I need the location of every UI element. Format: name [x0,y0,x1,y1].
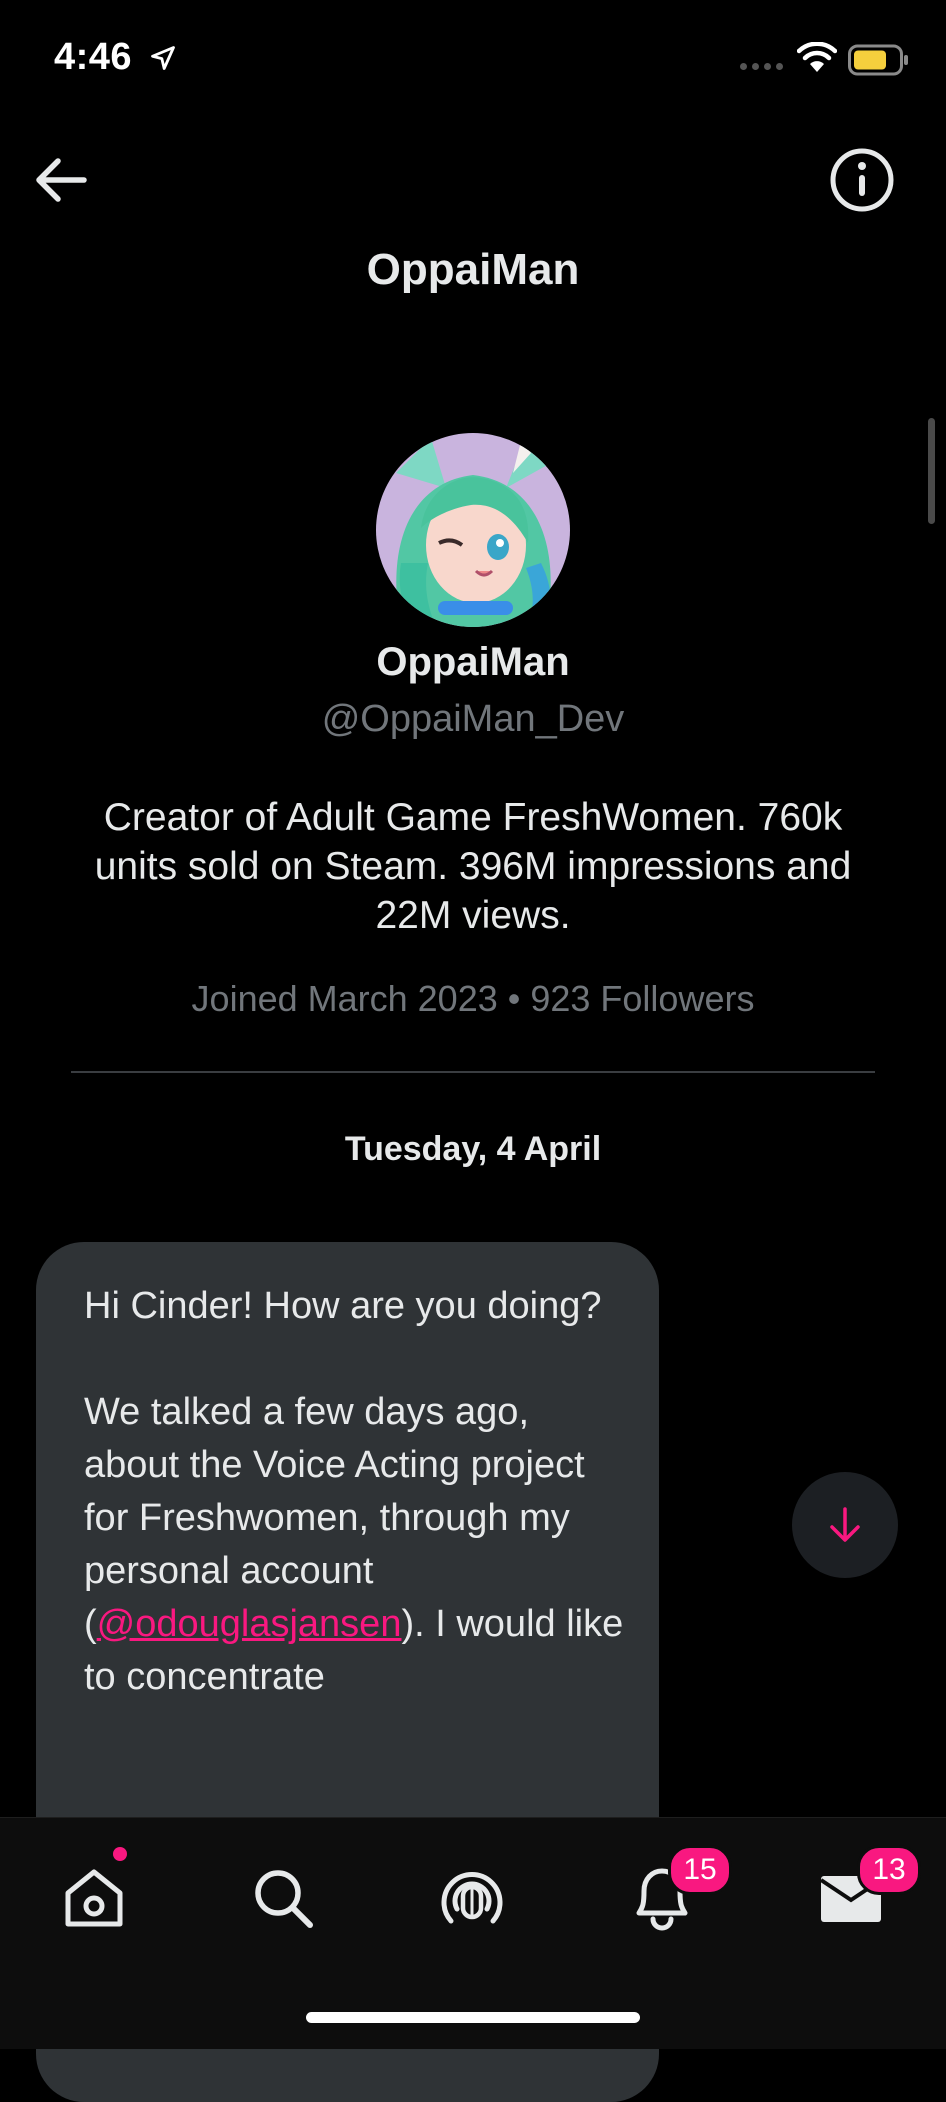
profile-bio: Creator of Adult Game FreshWomen. 760k u… [94,796,852,937]
battery-icon [848,44,908,76]
avatar[interactable] [376,433,570,627]
mention-link[interactable]: @odouglasjansen [97,1603,402,1645]
status-time: 4:46 [54,36,133,78]
notifications-badge: 15 [668,1845,732,1895]
messages-badge: 13 [857,1845,921,1895]
arrow-down-icon [830,1507,860,1542]
message-text: Hi Cinder! How are you doing? We talked … [84,1280,624,1704]
date-separator: Tuesday, 4 April [344,1130,602,1168]
location-arrow-icon [151,46,175,70]
signal-icon [740,63,783,70]
conversation-title: OppaiMan [366,245,580,294]
back-arrow-icon[interactable] [30,150,90,210]
divider [71,1071,875,1073]
tab-spaces[interactable] [432,1858,512,1938]
avatar-image [376,433,570,627]
spaces-icon [441,1871,503,1924]
status-bar: 4:46 [0,0,946,120]
home-icon [65,1869,123,1927]
tab-search[interactable] [243,1858,323,1938]
message-paragraph: Hi Cinder! How are you doing? [84,1285,602,1327]
scroll-to-bottom-button[interactable] [792,1472,898,1578]
profile-handle[interactable]: @OppaiMan_Dev [0,698,946,741]
search-icon [255,1870,313,1928]
info-icon[interactable] [828,146,896,214]
home-unread-dot [113,1847,127,1861]
profile-meta: Joined March 2023 • 923 Followers [191,978,755,1019]
message-paragraph: We talked a few days ago, about the Voic… [84,1386,624,1704]
scrollbar[interactable] [928,418,935,524]
home-indicator[interactable] [306,2012,640,2023]
wifi-icon [797,42,837,72]
tab-home[interactable] [54,1858,134,1938]
profile-name[interactable]: OppaiMan [0,640,946,685]
